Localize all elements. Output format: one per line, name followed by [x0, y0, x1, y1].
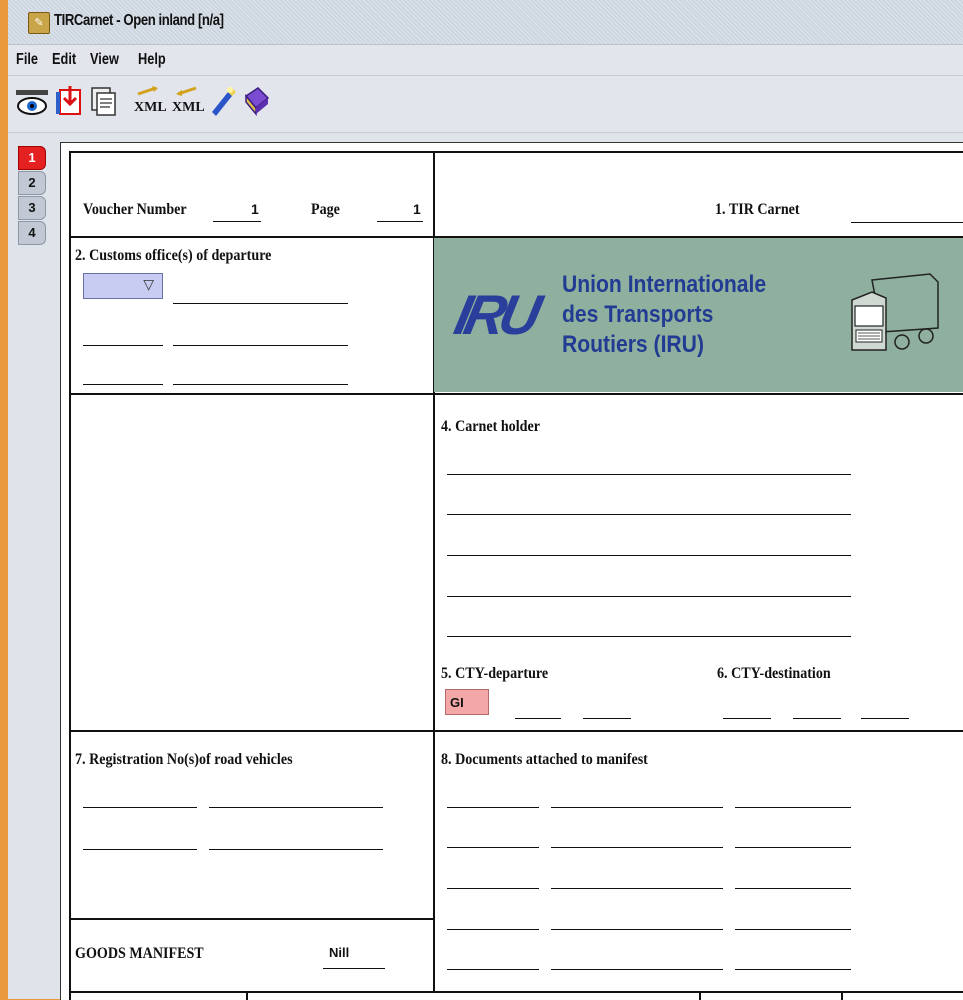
- customs-office-code-3[interactable]: [83, 384, 163, 385]
- iru-name-line-2: des Transports: [562, 301, 714, 328]
- carnet-holder-line-2[interactable]: [447, 514, 851, 515]
- customs-office-code-2[interactable]: [83, 345, 163, 346]
- goods-manifest-label: GOODS MANIFEST: [75, 945, 204, 962]
- svg-text:XML: XML: [134, 100, 166, 115]
- dropdown-arrow-icon: ▽: [143, 276, 154, 292]
- goods-manifest-field[interactable]: [323, 968, 385, 969]
- book-icon[interactable]: [240, 84, 270, 118]
- application-window: ✎ TIRCarnet - Open inland [n/a] File Edi…: [8, 0, 963, 1000]
- iru-logo: IRU: [449, 283, 542, 346]
- customs-office-field-2[interactable]: [173, 345, 348, 346]
- svg-text:XML: XML: [172, 100, 204, 115]
- edit-pen-icon[interactable]: [206, 84, 236, 118]
- documents-field-3c[interactable]: [735, 888, 851, 889]
- menu-bar: File Edit View Help: [8, 45, 963, 76]
- iru-banner: IRU Union Internationale des Transports …: [434, 238, 963, 392]
- registration-field-4[interactable]: [209, 849, 383, 850]
- frame-row4: [69, 918, 434, 920]
- carnet-holder-line-3[interactable]: [447, 555, 851, 556]
- registration-label: 7. Registration No(s)of road vehicles: [75, 751, 293, 768]
- carnet-holder-line-1[interactable]: [447, 474, 851, 475]
- documents-field-2b[interactable]: [551, 847, 723, 848]
- menu-view[interactable]: View: [90, 51, 119, 69]
- frame-row2: [69, 393, 963, 395]
- documents-field-4b[interactable]: [551, 929, 723, 930]
- app-icon: ✎: [28, 12, 50, 34]
- voucher-number-label: Voucher Number: [83, 201, 187, 218]
- cty-destination-field-3[interactable]: [861, 718, 909, 719]
- registration-field-2[interactable]: [209, 807, 383, 808]
- documents-field-1b[interactable]: [551, 807, 723, 808]
- documents-field-1a[interactable]: [447, 807, 539, 808]
- customs-office-select[interactable]: ▽: [83, 273, 163, 299]
- documents-field-5a[interactable]: [447, 969, 539, 970]
- window-title: TIRCarnet - Open inland [n/a]: [54, 12, 224, 29]
- documents-field-2c[interactable]: [735, 847, 851, 848]
- import-icon[interactable]: [54, 84, 84, 118]
- xml-import-icon[interactable]: XML: [168, 84, 204, 118]
- documents-attached-label: 8. Documents attached to manifest: [441, 751, 648, 768]
- copy-document-icon[interactable]: [88, 84, 118, 118]
- cty-departure-label: 5. CTY-departure: [441, 665, 549, 682]
- tab-4[interactable]: 4: [18, 221, 46, 245]
- tir-carnet-label: 1. TIR Carnet: [715, 201, 800, 218]
- cty-destination-field-1[interactable]: [723, 718, 771, 719]
- toolbar: XML XML: [8, 76, 963, 133]
- tab-3[interactable]: 3: [18, 196, 46, 220]
- documents-field-3b[interactable]: [551, 888, 723, 889]
- documents-field-4a[interactable]: [447, 929, 539, 930]
- tab-2[interactable]: 2: [18, 171, 46, 195]
- page-label: Page: [311, 201, 340, 218]
- iru-name-line-3: Routiers (IRU): [562, 331, 704, 358]
- title-bar[interactable]: ✎ TIRCarnet - Open inland [n/a]: [8, 0, 963, 45]
- customs-office-field-3[interactable]: [173, 384, 348, 385]
- iru-name-line-1: Union Internationale: [562, 271, 767, 298]
- carnet-holder-line-4[interactable]: [447, 596, 851, 597]
- carnet-holder-label: 4. Carnet holder: [441, 418, 540, 435]
- voucher-form: Voucher Number 1 Page 1 1. TIR Carnet 2.…: [60, 142, 963, 1000]
- cty-destination-label: 6. CTY-destination: [717, 665, 831, 682]
- registration-field-1[interactable]: [83, 807, 197, 808]
- page-tabs: 1 2 3 4: [18, 146, 46, 246]
- frame-row3: [69, 730, 963, 732]
- frame-bottom: [69, 991, 963, 993]
- cty-departure-field-2[interactable]: [515, 718, 561, 719]
- documents-field-3a[interactable]: [447, 888, 539, 889]
- registration-field-3[interactable]: [83, 849, 197, 850]
- customs-office-label: 2. Customs office(s) of departure: [75, 247, 272, 264]
- documents-field-4c[interactable]: [735, 929, 851, 930]
- cty-destination-field-2[interactable]: [793, 718, 841, 719]
- documents-field-1c[interactable]: [735, 807, 851, 808]
- voucher-number-field[interactable]: [213, 221, 261, 222]
- iru-name: Union Internationale des Transports Rout…: [562, 270, 766, 360]
- tir-carnet-field[interactable]: [851, 222, 963, 223]
- documents-field-5c[interactable]: [735, 969, 851, 970]
- preview-eye-icon[interactable]: [12, 84, 52, 118]
- customs-office-field-1[interactable]: [173, 303, 348, 304]
- tab-1[interactable]: 1: [18, 146, 46, 170]
- voucher-number-value[interactable]: 1: [251, 201, 259, 217]
- truck-icon: [851, 273, 939, 351]
- cty-departure-field-3[interactable]: [583, 718, 631, 719]
- page-field[interactable]: [377, 221, 423, 222]
- cty-departure-input[interactable]: GI: [445, 689, 489, 715]
- documents-field-2a[interactable]: [447, 847, 539, 848]
- documents-field-5b[interactable]: [551, 969, 723, 970]
- page-value[interactable]: 1: [413, 201, 421, 217]
- frame-left: [69, 151, 71, 1000]
- xml-export-icon[interactable]: XML: [130, 84, 166, 118]
- goods-manifest-value[interactable]: Nill: [329, 945, 349, 960]
- frame-top: [69, 151, 963, 153]
- menu-edit[interactable]: Edit: [52, 51, 76, 69]
- menu-file[interactable]: File: [16, 51, 38, 69]
- menu-help[interactable]: Help: [138, 51, 166, 69]
- carnet-holder-line-5[interactable]: [447, 636, 851, 637]
